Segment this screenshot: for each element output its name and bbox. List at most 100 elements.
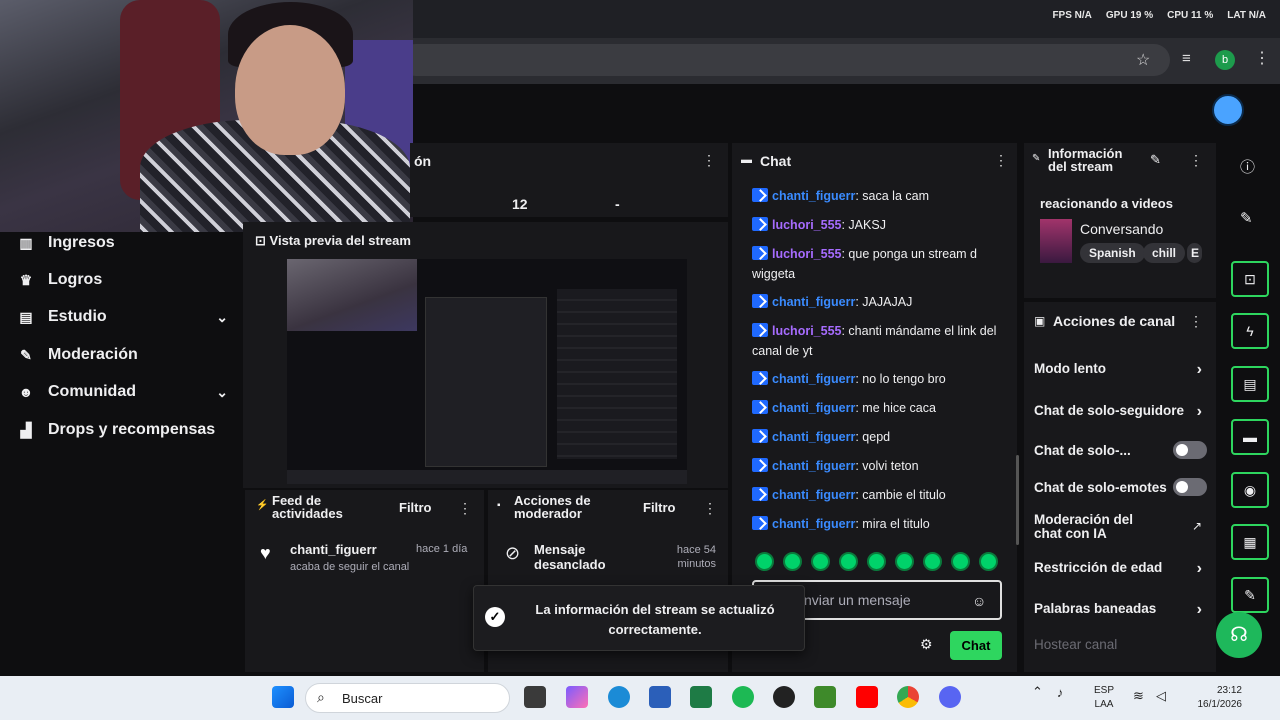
chat-username[interactable]: chanti_figuerr	[772, 459, 855, 473]
broadcaster-badge-icon	[752, 294, 768, 308]
sidebar-item-moderacion[interactable]: ✎ Moderación	[18, 346, 228, 364]
chat-username[interactable]: chanti_figuerr	[772, 372, 855, 386]
language-indicator[interactable]: ESP LAA	[1094, 684, 1114, 712]
followers-only-action[interactable]: Chat de solo-seguidore ›	[1034, 403, 1206, 420]
broadcast-icon[interactable]: ◉	[1231, 472, 1269, 508]
chat-username[interactable]: luchori_555	[772, 324, 841, 338]
chat-scrollbar[interactable]	[1016, 455, 1019, 545]
feed-more-icon[interactable]: ⋮	[458, 500, 472, 517]
microphone-icon[interactable]: ♪	[1057, 685, 1064, 700]
emote-icon[interactable]	[867, 552, 886, 571]
media-control-icon[interactable]: ≡	[1182, 50, 1191, 67]
lightning-icon[interactable]: ϟ	[1231, 313, 1269, 349]
emotes-only-toggle[interactable]	[1173, 478, 1207, 496]
stats-more-icon[interactable]: ⋮	[702, 152, 716, 169]
bookmark-star-icon[interactable]: ☆	[1136, 50, 1150, 70]
windows-start-icon[interactable]	[272, 686, 294, 708]
user-avatar[interactable]	[1212, 94, 1244, 126]
sidebar-item-comunidad[interactable]: ☻ Comunidad ⌄	[18, 383, 228, 401]
taskbar-clock[interactable]: 23:12 16/1/2026	[1182, 684, 1243, 712]
sidebar-item-drops[interactable]: ▟ Drops y recompensas	[18, 421, 228, 439]
chat-bubble-icon[interactable]: ▬	[1231, 419, 1269, 455]
chrome-icon[interactable]	[897, 686, 919, 708]
discord-icon[interactable]	[939, 686, 961, 708]
stream-tag[interactable]: Spanish	[1080, 243, 1145, 263]
browser-menu-icon[interactable]: ⋮	[1254, 48, 1270, 68]
emote-icon[interactable]	[979, 552, 998, 571]
chat-username[interactable]: chanti_figuerr	[772, 517, 855, 531]
info-icon[interactable]: ⓘ	[1240, 156, 1255, 177]
copilot-icon[interactable]	[566, 686, 588, 708]
address-bar[interactable]	[400, 44, 1170, 76]
mod-actions-filter-button[interactable]: Filtro	[643, 500, 676, 515]
sidebar-item-ingresos[interactable]: ▥ Ingresos	[18, 234, 228, 252]
clip-capture-icon[interactable]: ⊡	[1231, 261, 1269, 297]
chat-send-button[interactable]: Chat	[950, 631, 1002, 660]
stream-category[interactable]: Conversando	[1080, 221, 1163, 237]
raid-icon[interactable]: ▦	[1231, 524, 1269, 560]
chat-more-icon[interactable]: ⋮	[994, 152, 1008, 169]
browser-profile-avatar[interactable]: b	[1215, 50, 1235, 70]
chat-settings-icon[interactable]: ⚙	[920, 636, 933, 653]
emote-icon[interactable]	[783, 552, 802, 571]
emote-bar	[755, 552, 998, 571]
emote-icon[interactable]	[951, 552, 970, 571]
ai-moderation-action[interactable]: Moderación del chat con IA	[1034, 513, 1164, 541]
edge-icon[interactable]	[608, 686, 630, 708]
chat-username[interactable]: chanti_figuerr	[772, 430, 855, 444]
host-channel-action[interactable]: Hostear canal	[1034, 637, 1206, 652]
emote-icon[interactable]	[811, 552, 830, 571]
notes-icon[interactable]: ▤	[1231, 366, 1269, 402]
chevron-down-icon: ⌄	[216, 308, 228, 325]
emote-icon[interactable]	[895, 552, 914, 571]
mod-actions-title: Acciones de moderador	[514, 493, 591, 521]
taskbar-search[interactable]: Buscar	[305, 683, 510, 713]
youtube-icon[interactable]	[856, 686, 878, 708]
tray-overflow-icon[interactable]: ⌃	[1032, 684, 1043, 700]
webcam-overlay	[0, 0, 413, 232]
windows-taskbar	[0, 676, 1280, 720]
volume-icon[interactable]: ◁	[1156, 688, 1166, 704]
feed-user[interactable]: chanti_figuerr	[290, 542, 377, 557]
chat-username[interactable]: luchori_555	[772, 218, 841, 232]
word-icon[interactable]	[649, 686, 671, 708]
chat-username[interactable]: chanti_figuerr	[772, 488, 855, 502]
pencil-icon[interactable]: ✎	[1240, 209, 1253, 227]
banned-words-action[interactable]: Palabras baneadas ›	[1034, 601, 1206, 618]
emote-icon[interactable]	[755, 552, 774, 571]
actions-more-icon[interactable]: ⋮	[1189, 313, 1203, 330]
task-view-icon[interactable]	[524, 686, 546, 708]
stream-tag[interactable]: E	[1187, 243, 1202, 263]
emote-icon[interactable]	[923, 552, 942, 571]
obs-icon[interactable]	[773, 686, 795, 708]
chat-username[interactable]: chanti_figuerr	[772, 401, 855, 415]
chat-username[interactable]: chanti_figuerr	[772, 295, 855, 309]
emoji-picker-icon[interactable]: ☺	[972, 593, 986, 609]
wifi-icon[interactable]: ≋	[1133, 688, 1144, 704]
mod-actions-more-icon[interactable]: ⋮	[703, 500, 717, 517]
wrench-icon[interactable]: ✎	[1231, 577, 1269, 613]
chat-text: : saca la cam	[855, 189, 929, 203]
edit-icon[interactable]: ✎	[1150, 152, 1161, 168]
sidebar-item-estudio[interactable]: ▤ Estudio ⌄	[18, 308, 228, 326]
stream-preview-video[interactable]	[287, 259, 687, 484]
excel-icon[interactable]	[690, 686, 712, 708]
emote-icon[interactable]	[839, 552, 858, 571]
help-headset-icon[interactable]: ☊	[1216, 612, 1262, 658]
chat-text: : JAKSJ	[841, 218, 886, 232]
mod-action-label: Mensaje desanclado	[534, 542, 606, 572]
chat-username[interactable]: chanti_figuerr	[772, 189, 855, 203]
spotify-icon[interactable]	[732, 686, 754, 708]
stream-tag[interactable]: chill	[1143, 243, 1186, 263]
slow-mode-action[interactable]: Modo lento ›	[1034, 361, 1206, 378]
sidebar-item-logros[interactable]: ♛ Logros	[18, 271, 228, 289]
minecraft-icon[interactable]	[814, 686, 836, 708]
info-more-icon[interactable]: ⋮	[1189, 152, 1203, 169]
feed-filter-button[interactable]: Filtro	[399, 500, 432, 515]
chat-username[interactable]: luchori_555	[772, 247, 841, 261]
sidebar-item-label: Ingresos	[48, 234, 115, 251]
subs-only-toggle[interactable]	[1173, 441, 1207, 459]
feed-description: acaba de seguir el canal	[290, 561, 410, 573]
external-link-icon[interactable]: ↗	[1192, 519, 1202, 533]
age-restriction-action[interactable]: Restricción de edad ›	[1034, 560, 1206, 577]
